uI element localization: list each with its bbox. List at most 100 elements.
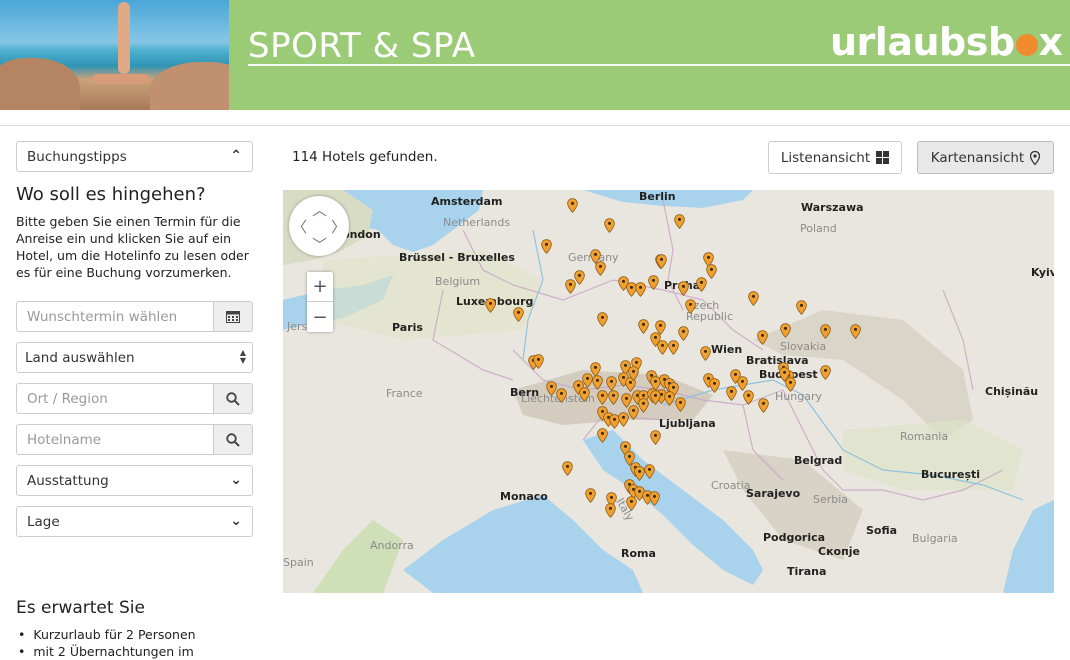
hotel-map[interactable]: Berlin Amsterdam Warszawa Kyiv Brüssel -… (283, 190, 1054, 593)
region-search[interactable]: Ort / Region (16, 383, 253, 414)
hotel-marker-icon[interactable] (485, 298, 496, 313)
grid-icon (876, 151, 890, 164)
hotel-marker-icon[interactable] (541, 239, 552, 254)
hotel-marker-icon[interactable] (604, 218, 615, 233)
booking-tips-toggle[interactable]: Buchungstipps ⌃ (16, 141, 253, 172)
hotel-marker-icon[interactable] (657, 340, 668, 355)
hotel-marker-icon[interactable] (758, 398, 769, 413)
hotel-marker-icon[interactable] (779, 367, 790, 382)
features-dropdown[interactable]: Ausstattung ⌄ (16, 465, 253, 496)
zoom-out-button[interactable]: − (307, 302, 333, 332)
logo[interactable]: urlaubsb x (830, 20, 1063, 64)
city-label: Paris (392, 321, 423, 334)
city-label: Tirana (787, 565, 827, 578)
region-input[interactable]: Ort / Region (16, 383, 213, 414)
hotel-marker-icon[interactable] (635, 282, 646, 297)
hotel-marker-icon[interactable] (675, 397, 686, 412)
hotel-marker-icon[interactable] (579, 387, 590, 402)
hotel-input[interactable]: Hotelname (16, 424, 213, 455)
city-label: Ljubljana (659, 417, 716, 430)
zoom-in-button[interactable]: + (307, 272, 333, 302)
pan-up-icon[interactable]: ︿ (312, 199, 327, 220)
city-label: Brüssel - Bruxelles (399, 251, 515, 264)
hotel-marker-icon[interactable] (664, 391, 675, 406)
pan-control[interactable]: ︿ ﹀ 〈 〉 (289, 196, 349, 256)
list-item: mit 2 Übernachtungen im (18, 643, 196, 660)
hotel-marker-icon[interactable] (700, 346, 711, 361)
hotel-marker-icon[interactable] (628, 366, 639, 381)
city-label: Sofia (866, 524, 898, 537)
chevron-down-icon: ⌄ (230, 513, 242, 529)
hotel-marker-icon[interactable] (597, 428, 608, 443)
pan-right-icon[interactable]: 〉 (331, 216, 346, 237)
hotel-marker-icon[interactable] (730, 369, 741, 384)
sidebar-intro: Bitte geben Sie einen Termin für die Anr… (16, 214, 249, 280)
hotel-marker-icon[interactable] (597, 312, 608, 327)
country-select[interactable]: Land auswählen ▲ ▼ (16, 342, 253, 373)
chevron-up-icon: ⌃ (230, 148, 242, 164)
search-icon[interactable] (213, 383, 253, 414)
pan-left-icon[interactable]: 〈 (292, 216, 307, 237)
hotel-marker-icon[interactable] (608, 390, 619, 405)
hotel-marker-icon[interactable] (757, 330, 768, 345)
country-label: Poland (800, 222, 837, 235)
hotel-marker-icon[interactable] (820, 324, 831, 339)
hotel-marker-icon[interactable] (743, 390, 754, 405)
sidebar-heading: Wo soll es hingehen? (16, 184, 206, 205)
country-label: Belgium (435, 275, 481, 288)
hotel-marker-icon[interactable] (656, 254, 667, 269)
map-view-button[interactable]: Kartenansicht (917, 141, 1054, 174)
hotel-marker-icon[interactable] (606, 376, 617, 391)
divider (0, 125, 1070, 126)
hotel-marker-icon[interactable] (650, 430, 661, 445)
hotel-marker-icon[interactable] (706, 264, 717, 279)
hotel-marker-icon[interactable] (820, 365, 831, 380)
hotel-marker-icon[interactable] (649, 491, 660, 506)
hotel-marker-icon[interactable] (644, 464, 655, 479)
hotel-marker-icon[interactable] (796, 300, 807, 315)
date-picker[interactable]: Wunschtermin wählen (16, 301, 253, 332)
hotel-marker-icon[interactable] (668, 340, 679, 355)
features-label: Ausstattung (27, 472, 109, 489)
header-divider (248, 64, 1070, 66)
hotel-marker-icon[interactable] (533, 354, 544, 369)
hotel-marker-icon[interactable] (678, 326, 689, 341)
hotel-marker-icon[interactable] (685, 299, 696, 314)
hotel-marker-icon[interactable] (748, 291, 759, 306)
pan-down-icon[interactable]: ﹀ (312, 234, 327, 255)
hotel-marker-icon[interactable] (597, 390, 608, 405)
hotel-marker-icon[interactable] (638, 398, 649, 413)
hotel-marker-icon[interactable] (638, 319, 649, 334)
hotel-marker-icon[interactable] (556, 388, 567, 403)
hotel-marker-icon[interactable] (648, 275, 659, 290)
map-marker-icon (1030, 150, 1041, 165)
hotel-marker-icon[interactable] (626, 496, 637, 511)
date-input[interactable]: Wunschtermin wählen (16, 301, 213, 332)
search-icon[interactable] (213, 424, 253, 455)
hotel-marker-icon[interactable] (605, 503, 616, 518)
country-label: Spain (283, 556, 314, 569)
country-label: Hungary (775, 390, 822, 403)
hotel-marker-icon[interactable] (678, 281, 689, 296)
hotel-marker-icon[interactable] (565, 279, 576, 294)
hotel-marker-icon[interactable] (696, 277, 707, 292)
hotel-search[interactable]: Hotelname (16, 424, 253, 455)
list-view-label: Listenansicht (780, 149, 871, 166)
hotel-marker-icon[interactable] (585, 488, 596, 503)
hotel-marker-icon[interactable] (780, 323, 791, 338)
location-dropdown[interactable]: Lage ⌄ (16, 506, 253, 537)
hotel-marker-icon[interactable] (562, 461, 573, 476)
calendar-icon[interactable] (213, 301, 253, 332)
page-title: SPORT & SPA (248, 26, 476, 66)
hotel-marker-icon[interactable] (567, 198, 578, 213)
hotel-marker-icon[interactable] (592, 375, 603, 390)
hotel-marker-icon[interactable] (595, 261, 606, 276)
sidebar: Buchungstipps ⌃ Wo soll es hingehen? Bit… (16, 141, 253, 547)
list-view-button[interactable]: Listenansicht (768, 141, 902, 174)
hotel-marker-icon[interactable] (513, 307, 524, 322)
hotel-marker-icon[interactable] (674, 214, 685, 229)
hotel-marker-icon[interactable] (650, 390, 661, 405)
hotel-marker-icon[interactable] (709, 378, 720, 393)
hotel-marker-icon[interactable] (850, 324, 861, 339)
hotel-marker-icon[interactable] (726, 386, 737, 401)
